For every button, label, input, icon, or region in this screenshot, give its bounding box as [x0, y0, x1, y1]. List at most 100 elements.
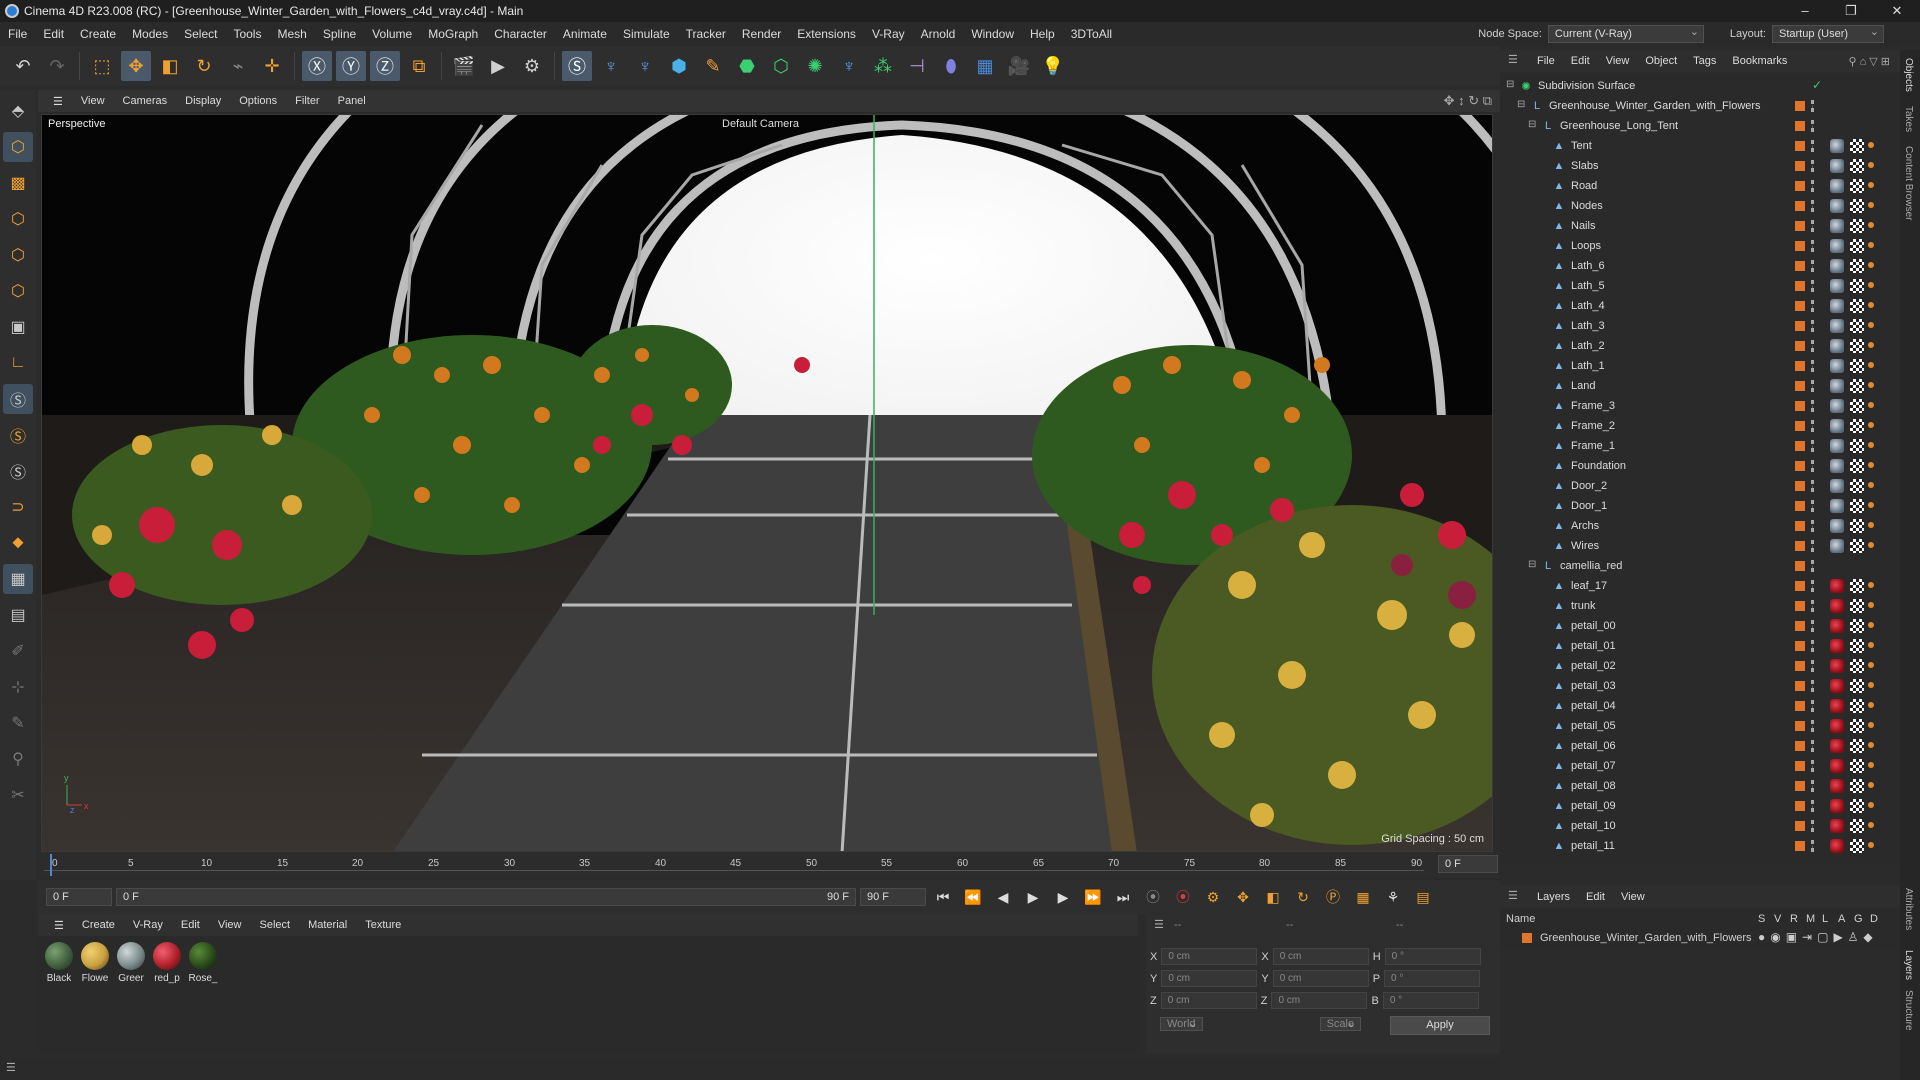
visibility-dots-icon[interactable]: [1811, 380, 1815, 392]
menu-spline[interactable]: Spline: [315, 27, 364, 41]
visibility-dots-icon[interactable]: [1811, 400, 1815, 412]
object-row[interactable]: ⊟ L Greenhouse_Winter_Garden_with_Flowers: [1500, 96, 1900, 116]
layer-row[interactable]: Greenhouse_Winter_Garden_with_Flowers ●◉…: [1500, 928, 1900, 948]
object-row[interactable]: ▲ Land: [1500, 376, 1900, 396]
texture-tag-icon[interactable]: [1850, 359, 1864, 373]
texture-tag-icon[interactable]: [1850, 159, 1864, 173]
deformer-icon[interactable]: ⊣: [902, 51, 932, 81]
tab-objects[interactable]: Objects: [1903, 58, 1914, 92]
layer-color-icon[interactable]: [1795, 681, 1805, 691]
texture-tag-icon[interactable]: [1850, 539, 1864, 553]
next-key-icon[interactable]: ⏩: [1080, 884, 1106, 910]
visibility-dots-icon[interactable]: [1811, 560, 1815, 572]
material-tag-icon[interactable]: [1830, 739, 1844, 753]
texture-tag-icon[interactable]: [1850, 839, 1864, 853]
material-swatch[interactable]: Black: [44, 942, 74, 1048]
visibility-dots-icon[interactable]: [1811, 360, 1815, 372]
phong-tag-icon[interactable]: [1868, 222, 1874, 228]
object-row[interactable]: ▲ Lath_5: [1500, 276, 1900, 296]
render-settings-icon[interactable]: ⚙: [517, 51, 547, 81]
phong-tag-icon[interactable]: [1868, 622, 1874, 628]
autokey-icon[interactable]: ⦿: [1170, 884, 1196, 910]
object-row[interactable]: ▲ leaf_17: [1500, 576, 1900, 596]
texture-tag-icon[interactable]: [1850, 739, 1864, 753]
object-row[interactable]: ▲ trunk: [1500, 596, 1900, 616]
layer-color-icon[interactable]: [1795, 381, 1805, 391]
visibility-dots-icon[interactable]: [1811, 520, 1815, 532]
visibility-dots-icon[interactable]: [1811, 600, 1815, 612]
previous-frame-icon[interactable]: ◀: [990, 884, 1016, 910]
material-tag-icon[interactable]: [1830, 159, 1844, 173]
layout-dropdown[interactable]: Startup (User): [1772, 24, 1884, 43]
texture-tag-icon[interactable]: [1850, 419, 1864, 433]
material-tag-icon[interactable]: [1830, 319, 1844, 333]
y-axis-icon[interactable]: Ⓨ: [336, 51, 366, 81]
rotation-h-field[interactable]: 0 °: [1384, 948, 1481, 965]
layer-color-icon[interactable]: [1795, 141, 1805, 151]
layer-color-icon[interactable]: [1795, 741, 1805, 751]
texture-tag-icon[interactable]: [1850, 519, 1864, 533]
layer-color-icon[interactable]: [1795, 321, 1805, 331]
object-menu-tags[interactable]: Tags: [1686, 55, 1723, 67]
object-row[interactable]: ▲ petail_04: [1500, 696, 1900, 716]
object-menu-bookmarks[interactable]: Bookmarks: [1725, 55, 1794, 67]
visibility-dots-icon[interactable]: [1811, 160, 1815, 172]
size-x-field[interactable]: 0 cm: [1272, 948, 1369, 965]
select-icon[interactable]: ⬚: [87, 51, 117, 81]
layer-color-icon[interactable]: [1795, 101, 1805, 111]
position-y-field[interactable]: 0 cm: [1161, 970, 1258, 987]
tab-attributes[interactable]: Attributes: [1903, 888, 1914, 930]
object-row[interactable]: ▲ petail_11: [1500, 836, 1900, 856]
material-tag-icon[interactable]: [1830, 359, 1844, 373]
material-tag-icon[interactable]: [1830, 719, 1844, 733]
coordinate-space-dropdown[interactable]: World: [1160, 1017, 1203, 1031]
material-tag-icon[interactable]: [1830, 579, 1844, 593]
texture-tag-icon[interactable]: [1850, 719, 1864, 733]
material-tag-icon[interactable]: [1830, 199, 1844, 213]
phong-tag-icon[interactable]: [1868, 822, 1874, 828]
layer-color-icon[interactable]: [1795, 781, 1805, 791]
object-row[interactable]: ▲ petail_07: [1500, 756, 1900, 776]
perspective-viewport[interactable]: y x z Perspective Default Camera Grid Sp…: [41, 114, 1493, 852]
material-menu-select[interactable]: Select: [252, 919, 299, 931]
phong-tag-icon[interactable]: [1868, 782, 1874, 788]
visibility-dots-icon[interactable]: [1811, 540, 1815, 552]
layer-color-icon[interactable]: [1795, 201, 1805, 211]
object-row[interactable]: ▲ Lath_6: [1500, 256, 1900, 276]
position-z-field[interactable]: 0 cm: [1160, 992, 1257, 1009]
pin-icon[interactable]: ⚲: [3, 744, 33, 774]
object-row[interactable]: ▲ Archs: [1500, 516, 1900, 536]
viewport-nav-icons[interactable]: ✥ ↕ ↻ ⧉: [1444, 93, 1492, 109]
snap-settings-icon[interactable]: Ⓢ: [3, 420, 33, 450]
layer-color-icon[interactable]: [1795, 801, 1805, 811]
phong-tag-icon[interactable]: [1868, 802, 1874, 808]
motion-system-icon[interactable]: ⚘: [1380, 884, 1406, 910]
material-swatch[interactable]: red_p: [152, 942, 182, 1048]
pen-icon[interactable]: ✎: [698, 51, 728, 81]
layer-color-icon[interactable]: [1795, 301, 1805, 311]
visibility-dots-icon[interactable]: [1811, 100, 1815, 112]
collapse-toggle-icon[interactable]: ⊟: [1506, 79, 1514, 90]
object-menu-view[interactable]: View: [1599, 55, 1637, 67]
coordinate-mode-dropdown[interactable]: Scale: [1319, 1017, 1362, 1031]
start-frame-field[interactable]: 0 F: [46, 888, 112, 906]
material-tag-icon[interactable]: [1830, 539, 1844, 553]
object-row[interactable]: ⊟ L Greenhouse_Long_Tent: [1500, 116, 1900, 136]
render-picture-viewer-icon[interactable]: ▶: [483, 51, 513, 81]
layer-color-icon[interactable]: [1795, 241, 1805, 251]
visibility-dots-icon[interactable]: [1811, 580, 1815, 592]
axis-mode-icon[interactable]: ∟: [3, 348, 33, 378]
layer-color-icon[interactable]: [1795, 501, 1805, 511]
phong-tag-icon[interactable]: [1868, 462, 1874, 468]
visibility-dots-icon[interactable]: [1811, 640, 1815, 652]
material-tag-icon[interactable]: [1830, 419, 1844, 433]
cube-icon[interactable]: ⬢: [664, 51, 694, 81]
phong-tag-icon[interactable]: [1868, 402, 1874, 408]
visibility-dots-icon[interactable]: [1811, 680, 1815, 692]
texture-tag-icon[interactable]: [1850, 679, 1864, 693]
menu-window[interactable]: Window: [963, 27, 1022, 41]
phong-tag-icon[interactable]: [1868, 582, 1874, 588]
material-tag-icon[interactable]: [1830, 799, 1844, 813]
tab-layers[interactable]: Layers: [1903, 950, 1914, 980]
field-icon[interactable]: ⬮: [936, 51, 966, 81]
